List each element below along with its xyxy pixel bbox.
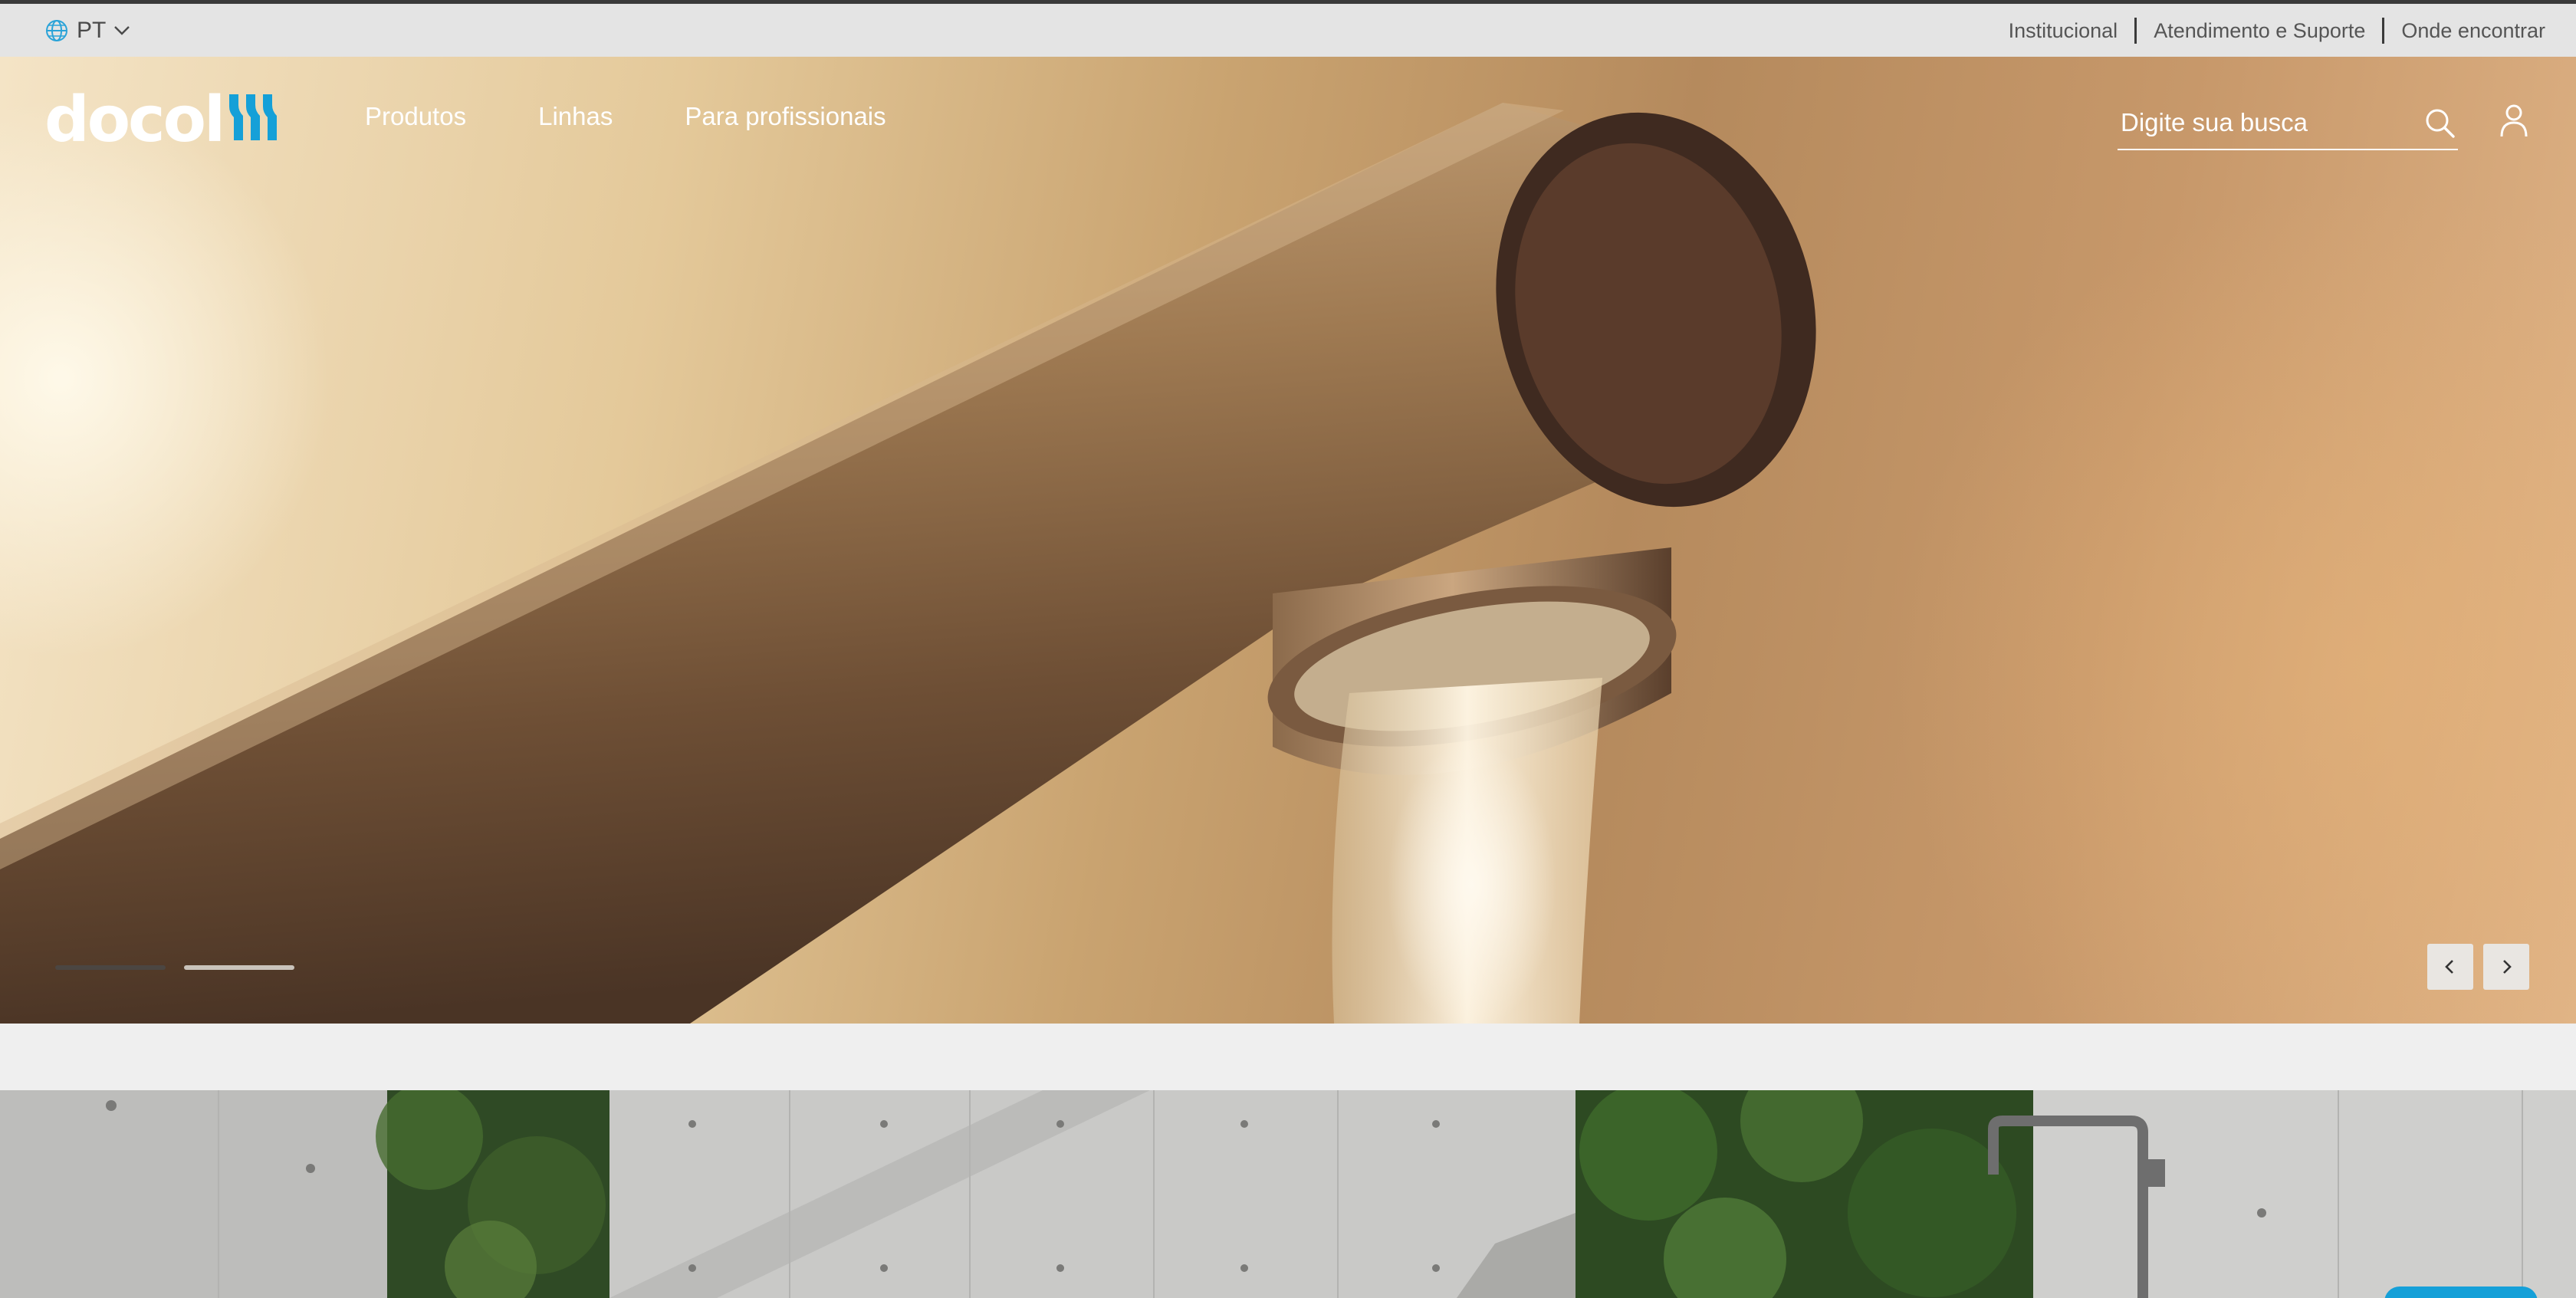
- previous-slide-button[interactable]: [2427, 944, 2473, 990]
- docol-logo[interactable]: docol: [44, 84, 278, 156]
- slide-indicator-1[interactable]: [55, 965, 166, 970]
- link-onde-encontrar[interactable]: Onde encontrar: [2384, 15, 2576, 46]
- nav-para-profissionais[interactable]: Para profissionais: [685, 101, 886, 132]
- search-box: [2118, 95, 2458, 150]
- link-institucional[interactable]: Institucional: [1992, 15, 2135, 46]
- user-icon[interactable]: [2495, 101, 2533, 140]
- section-gap: [0, 1024, 2576, 1090]
- search-icon[interactable]: [2423, 106, 2458, 141]
- chevron-left-icon: [2445, 960, 2453, 974]
- slide-indicators: [55, 965, 294, 970]
- utility-bar: PT Institucional Atendimento e Suporte O…: [0, 4, 2576, 57]
- language-selector[interactable]: PT: [44, 18, 130, 44]
- nav-linhas[interactable]: Linhas: [538, 101, 613, 132]
- language-code: PT: [77, 18, 107, 43]
- slide-indicator-2[interactable]: [184, 965, 294, 970]
- link-atendimento-suporte[interactable]: Atendimento e Suporte: [2137, 15, 2382, 46]
- logo-text: docol: [44, 84, 225, 156]
- search-input[interactable]: [2121, 104, 2404, 141]
- main-nav: Produtos Linhas Para profissionais: [365, 101, 886, 132]
- logo-mark-icon: [228, 94, 278, 144]
- nav-produtos[interactable]: Produtos: [365, 101, 466, 132]
- chat-widget-button[interactable]: [2384, 1286, 2538, 1298]
- utility-links: Institucional Atendimento e Suporte Onde…: [1992, 15, 2576, 46]
- chevron-down-icon: [113, 25, 130, 36]
- next-slide-button[interactable]: [2483, 944, 2529, 990]
- globe-icon: [44, 18, 69, 43]
- faucet-image: [0, 103, 1816, 1024]
- slider-arrows: [2427, 944, 2529, 990]
- outdoor-shower-image: [0, 1090, 2576, 1298]
- chevron-right-icon: [2503, 960, 2512, 974]
- hero-banner: docol Produtos Linhas Para profissionais: [0, 57, 2576, 1024]
